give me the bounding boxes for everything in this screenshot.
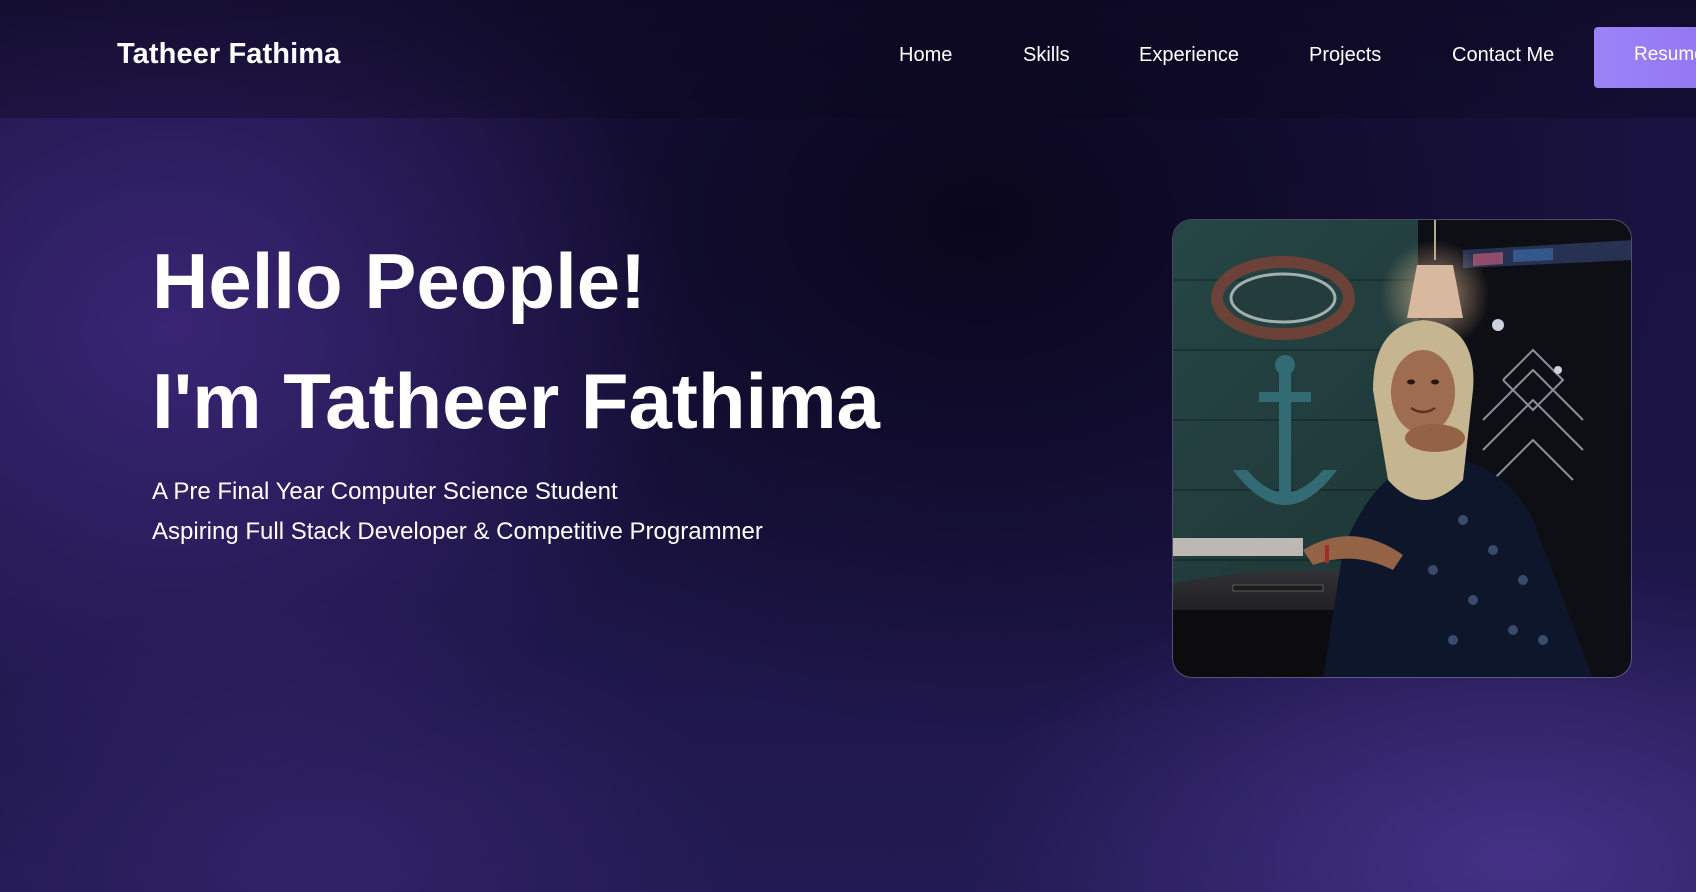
hero-name: I'm Tatheer Fathima bbox=[152, 357, 880, 445]
hero-subtitle-student: A Pre Final Year Computer Science Studen… bbox=[152, 478, 618, 505]
profile-photo bbox=[1172, 219, 1632, 678]
hero-greeting: Hello People! bbox=[152, 237, 647, 325]
nav-link-skills[interactable]: Skills bbox=[1023, 44, 1070, 67]
nav-link-projects[interactable]: Projects bbox=[1309, 44, 1381, 67]
hero-subtitle-aspiration: Aspiring Full Stack Developer & Competit… bbox=[152, 518, 763, 545]
navbar: Tatheer Fathima Home Skills Experience P… bbox=[0, 0, 1696, 118]
nav-link-home[interactable]: Home bbox=[899, 44, 952, 67]
resume-button[interactable]: Resume bbox=[1594, 27, 1696, 88]
nav-link-contact[interactable]: Contact Me bbox=[1452, 44, 1554, 67]
nav-link-experience[interactable]: Experience bbox=[1139, 44, 1239, 67]
brand-logo[interactable]: Tatheer Fathima bbox=[117, 38, 340, 71]
